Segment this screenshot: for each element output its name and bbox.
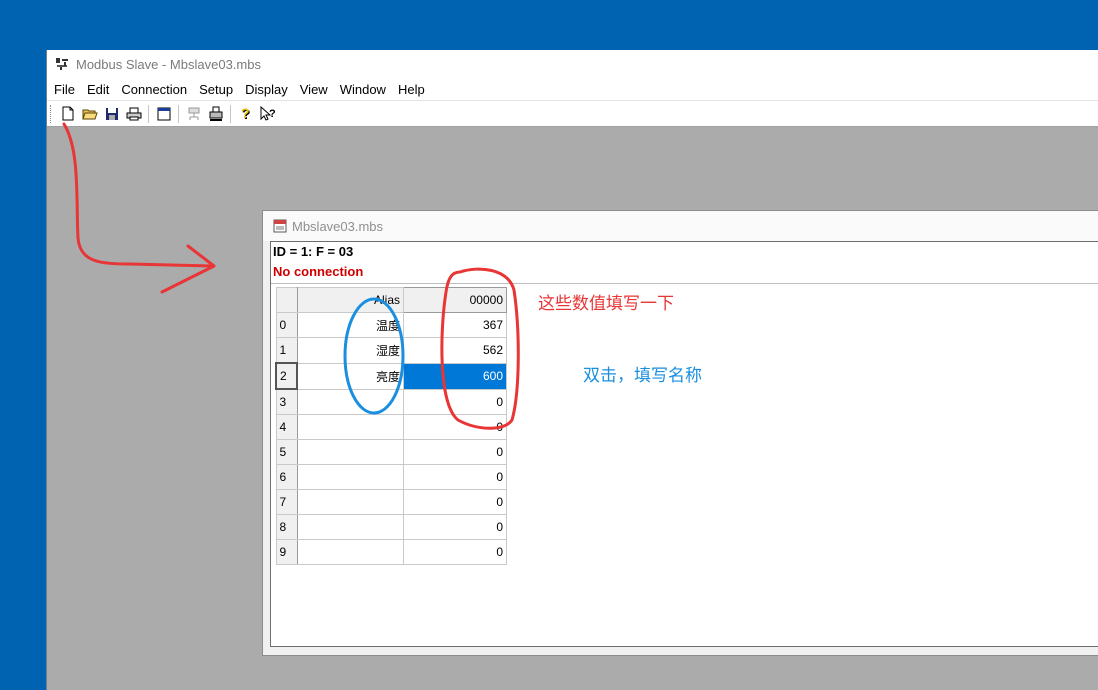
table-row: 8 0 xyxy=(275,514,507,540)
document-title: Mbslave03.mbs xyxy=(292,218,384,234)
row-header[interactable]: 2 xyxy=(275,362,298,390)
alias-column-header[interactable]: Alias xyxy=(296,287,404,313)
alias-cell[interactable]: 湿度 xyxy=(296,337,404,364)
row-header[interactable]: 5 xyxy=(275,439,298,465)
value-cell[interactable]: 0 xyxy=(403,388,507,415)
value-cell[interactable]: 562 xyxy=(403,337,507,364)
value-cell-selected[interactable]: 600 xyxy=(403,362,507,390)
address-column-header[interactable]: 00000 xyxy=(403,287,507,313)
toolbar-separator xyxy=(178,104,180,123)
connect-button[interactable] xyxy=(183,103,205,125)
table-row: 2 亮度 600 xyxy=(275,362,507,390)
help-button[interactable]: ? ? xyxy=(235,103,257,125)
open-button[interactable] xyxy=(79,103,101,125)
alias-cell[interactable] xyxy=(296,489,404,515)
context-help-icon: ? xyxy=(260,105,276,121)
row-header[interactable]: 3 xyxy=(275,388,298,415)
menu-file[interactable]: File xyxy=(47,82,81,97)
save-button[interactable] xyxy=(101,103,123,125)
table-row: 5 0 xyxy=(275,439,507,465)
connection-status: No connection xyxy=(273,264,364,279)
table-row: 6 0 xyxy=(275,464,507,490)
printer-setup-icon xyxy=(209,106,223,121)
row-header[interactable]: 8 xyxy=(275,514,298,540)
help-icon: ? ? xyxy=(241,106,251,122)
alias-cell[interactable]: 温度 xyxy=(296,312,404,338)
value-cell[interactable]: 0 xyxy=(403,514,507,540)
value-cell[interactable]: 0 xyxy=(403,414,507,440)
value-cell[interactable]: 0 xyxy=(403,464,507,490)
row-header[interactable]: 7 xyxy=(275,489,298,515)
alias-cell[interactable] xyxy=(296,539,404,565)
table-row: 1 湿度 562 xyxy=(275,337,507,364)
row-header[interactable]: 6 xyxy=(275,464,298,490)
context-help-button[interactable]: ? xyxy=(257,103,279,125)
open-folder-icon xyxy=(82,109,98,119)
toolbar-separator xyxy=(230,104,232,123)
row-header[interactable]: 4 xyxy=(275,414,298,440)
menu-view[interactable]: View xyxy=(294,82,334,97)
menu-setup[interactable]: Setup xyxy=(193,82,239,97)
new-button[interactable] xyxy=(57,103,79,125)
connect-icon xyxy=(188,107,200,120)
alias-cell[interactable]: 亮度 xyxy=(296,362,404,390)
menu-edit[interactable]: Edit xyxy=(81,82,115,97)
table-row: 0 温度 367 xyxy=(275,312,507,338)
save-icon xyxy=(106,107,118,120)
menu-display[interactable]: Display xyxy=(239,82,294,97)
value-cell[interactable]: 367 xyxy=(403,312,507,338)
table-row: 4 0 xyxy=(275,414,507,440)
alias-cell[interactable] xyxy=(296,439,404,465)
table-row: 9 0 xyxy=(275,539,507,565)
menu-bar: File Edit Connection Setup Display View … xyxy=(47,78,1098,100)
row-header[interactable]: 9 xyxy=(275,539,298,565)
corner-cell xyxy=(275,287,298,313)
title-bar: Modbus Slave - Mbslave03.mbs xyxy=(47,50,1098,78)
print-icon xyxy=(126,107,142,120)
table-row: 7 0 xyxy=(275,489,507,515)
register-table: Alias 00000 0 温度 367 1 湿度 562 2 亮度 600 3 xyxy=(275,287,507,565)
svg-text:?: ? xyxy=(269,108,276,120)
document-title-bar[interactable]: Mbslave03.mbs xyxy=(263,211,1098,241)
info-separator xyxy=(271,283,1098,284)
red-annotation-note: 这些数值填写一下 xyxy=(538,294,674,313)
row-header[interactable]: 1 xyxy=(275,337,298,364)
table-row: 3 0 xyxy=(275,388,507,415)
value-cell[interactable]: 0 xyxy=(403,439,507,465)
document-icon xyxy=(273,219,287,233)
row-header[interactable]: 0 xyxy=(275,312,298,338)
slave-id-function: ID = 1: F = 03 xyxy=(273,244,354,259)
print-button[interactable] xyxy=(123,103,145,125)
printer-setup-button[interactable] xyxy=(205,103,227,125)
menu-window[interactable]: Window xyxy=(334,82,392,97)
alias-cell[interactable] xyxy=(296,464,404,490)
toolbar: ? ? ? xyxy=(47,100,1098,127)
value-cell[interactable]: 0 xyxy=(403,489,507,515)
svg-text:?: ? xyxy=(241,106,250,121)
table-header-row: Alias 00000 xyxy=(275,287,507,313)
alias-cell[interactable] xyxy=(296,388,404,415)
window-icon xyxy=(157,107,171,120)
blue-annotation-note: 双击，填写名称 xyxy=(583,366,702,385)
toolbar-separator xyxy=(148,104,150,123)
app-icon xyxy=(56,58,68,70)
window-title: Modbus Slave - Mbslave03.mbs xyxy=(76,56,261,72)
toolbar-grip[interactable] xyxy=(50,104,54,123)
alias-cell[interactable] xyxy=(296,514,404,540)
new-icon xyxy=(62,106,74,121)
value-cell[interactable]: 0 xyxy=(403,539,507,565)
alias-cell[interactable] xyxy=(296,414,404,440)
menu-help[interactable]: Help xyxy=(392,82,431,97)
menu-connection[interactable]: Connection xyxy=(115,82,193,97)
window-button[interactable] xyxy=(153,103,175,125)
document-body: ID = 1: F = 03 No connection Alias 00000… xyxy=(270,241,1098,647)
document-window[interactable]: Mbslave03.mbs ID = 1: F = 03 No connecti… xyxy=(262,210,1098,656)
